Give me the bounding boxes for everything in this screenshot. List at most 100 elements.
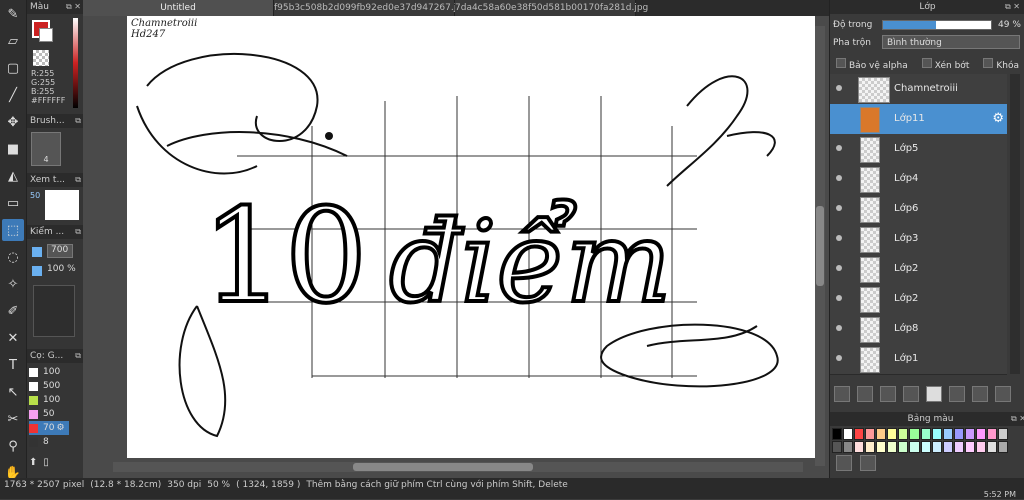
new-vector-icon[interactable]: [880, 386, 896, 402]
brush-size-item[interactable]: 8: [29, 435, 69, 449]
drawing-canvas[interactable]: Chamnetroiii Hd247 10 điểm: [127, 16, 815, 458]
palette-swatch[interactable]: [887, 428, 898, 440]
brush-size-preview[interactable]: 4: [31, 132, 61, 166]
palette-swatch[interactable]: [986, 441, 997, 453]
merge-layer-icon[interactable]: [972, 386, 988, 402]
palette-swatch[interactable]: [931, 428, 942, 440]
visibility-eye-icon[interactable]: [836, 355, 842, 361]
palette-swatch[interactable]: [865, 441, 876, 453]
palette-swatch[interactable]: [832, 441, 843, 453]
palette-swatch[interactable]: [964, 428, 975, 440]
tab-untitled[interactable]: Untitled: [83, 0, 274, 16]
visibility-eye-icon[interactable]: [836, 325, 842, 331]
layer-row[interactable]: Lớp8: [830, 314, 1007, 345]
delete-swatch-icon[interactable]: [860, 455, 876, 471]
panel-pin-icon[interactable]: ⧉ ✕: [66, 0, 81, 14]
visibility-eye-icon[interactable]: [836, 145, 842, 151]
gear-icon[interactable]: ⚙: [56, 423, 64, 433]
layer-row[interactable]: Lớp2: [830, 254, 1007, 285]
lock-check[interactable]: Khóa: [983, 58, 1019, 71]
magic-wand-tool-icon[interactable]: ✧: [2, 273, 24, 295]
palette-swatch[interactable]: [854, 441, 865, 453]
move-tool-icon[interactable]: ✥: [2, 111, 24, 133]
visibility-eye-icon[interactable]: [836, 205, 842, 211]
pen-tool-icon[interactable]: ✎: [2, 3, 24, 25]
fill-rect-tool-icon[interactable]: ■: [2, 138, 24, 160]
layer-settings-gear-icon[interactable]: ⚙: [992, 111, 1004, 126]
new-layer-icon[interactable]: [834, 386, 850, 402]
bucket-tool-icon[interactable]: ◭: [2, 165, 24, 187]
palette-swatch[interactable]: [964, 441, 975, 453]
select-rect-tool-icon[interactable]: ⬚: [2, 219, 24, 241]
brush-size-item[interactable]: 100: [29, 365, 69, 379]
duplicate-layer-icon[interactable]: [949, 386, 965, 402]
palette-swatch[interactable]: [997, 441, 1008, 453]
clip-check[interactable]: Xén bớt: [921, 58, 969, 71]
visibility-eye-icon[interactable]: [836, 295, 842, 301]
brush-size-item[interactable]: 500: [29, 379, 69, 393]
palette-swatch[interactable]: [843, 428, 854, 440]
panel-pin-icon[interactable]: ⧉: [75, 349, 81, 363]
background-color-swatch[interactable]: [39, 28, 53, 42]
layer-row-selected[interactable]: Lớp11 ⚙: [830, 104, 1007, 135]
panel-pin-icon[interactable]: ⧉: [75, 114, 81, 128]
select-pen-tool-icon[interactable]: ✐: [2, 300, 24, 322]
add-layer-dropdown-icon[interactable]: [903, 386, 919, 402]
palette-swatch[interactable]: [920, 441, 931, 453]
checkbox[interactable]: [921, 58, 932, 68]
folder-icon[interactable]: [926, 386, 942, 402]
operation-tool-icon[interactable]: ↖: [2, 381, 24, 403]
layer-row[interactable]: Lớp3: [830, 224, 1007, 255]
color-slider[interactable]: [73, 18, 78, 108]
visibility-eye-icon[interactable]: [836, 175, 842, 181]
palette-swatch[interactable]: [931, 441, 942, 453]
brush-size-item[interactable]: 100: [29, 393, 69, 407]
palette-swatch[interactable]: [843, 441, 854, 453]
layer-scrollbar[interactable]: [1010, 74, 1020, 374]
visibility-eye-icon[interactable]: [836, 85, 842, 91]
checkbox[interactable]: [983, 58, 994, 68]
blend-mode-select[interactable]: Bình thường: [882, 35, 1020, 49]
palette-swatch[interactable]: [997, 428, 1008, 440]
brush-size-item-selected[interactable]: 70 ⚙: [29, 421, 69, 435]
layer-row[interactable]: Lớp4: [830, 164, 1007, 195]
palette-swatch[interactable]: [909, 428, 920, 440]
visibility-eye-icon[interactable]: [836, 235, 842, 241]
new-raster-icon[interactable]: [857, 386, 873, 402]
palette-swatch[interactable]: [986, 428, 997, 440]
brush-size-item[interactable]: 50: [29, 407, 69, 421]
navigator-thumbnail[interactable]: [45, 190, 79, 220]
palette-swatch[interactable]: [854, 428, 865, 440]
panel-pin-icon[interactable]: ⧉: [75, 225, 81, 239]
palette-swatch[interactable]: [898, 428, 909, 440]
palette-swatch[interactable]: [909, 441, 920, 453]
palette-swatch[interactable]: [975, 428, 986, 440]
eyedropper-tool-icon[interactable]: ⚲: [2, 435, 24, 457]
layer-row[interactable]: Chamnetroiii: [830, 74, 1007, 105]
transparent-swatch[interactable]: [33, 50, 49, 66]
layer-row[interactable]: Lớp6: [830, 194, 1007, 225]
check-slider-area[interactable]: [33, 285, 75, 337]
add-swatch-icon[interactable]: [836, 455, 852, 471]
delete-layer-icon[interactable]: [995, 386, 1011, 402]
horizontal-scroll-thumb[interactable]: [353, 463, 533, 471]
brush-new-icon[interactable]: ▯: [43, 457, 49, 468]
eraser-tool-icon[interactable]: ▱: [2, 30, 24, 52]
palette-swatch[interactable]: [920, 428, 931, 440]
palette-swatch[interactable]: [942, 441, 953, 453]
layer-row[interactable]: Lớp5: [830, 134, 1007, 165]
brush-add-icon[interactable]: ⬆: [29, 457, 37, 468]
palette-swatch[interactable]: [953, 441, 964, 453]
vertical-scrollbar[interactable]: [815, 26, 825, 466]
palette-swatch[interactable]: [953, 428, 964, 440]
check-value1[interactable]: 700: [47, 244, 73, 258]
palette-swatch[interactable]: [887, 441, 898, 453]
palette-swatch[interactable]: [876, 428, 887, 440]
opacity-slider[interactable]: [882, 20, 992, 30]
visibility-eye-icon[interactable]: [836, 265, 842, 271]
palette-swatch[interactable]: [832, 428, 843, 440]
lasso-tool-icon[interactable]: ◌: [2, 246, 24, 268]
checkbox[interactable]: [836, 58, 846, 68]
brush-tool-icon[interactable]: ╱: [2, 84, 24, 106]
tab-file-1[interactable]: f95b3c508b2d099fb92ed0e37d947267.jpg: [274, 0, 468, 16]
